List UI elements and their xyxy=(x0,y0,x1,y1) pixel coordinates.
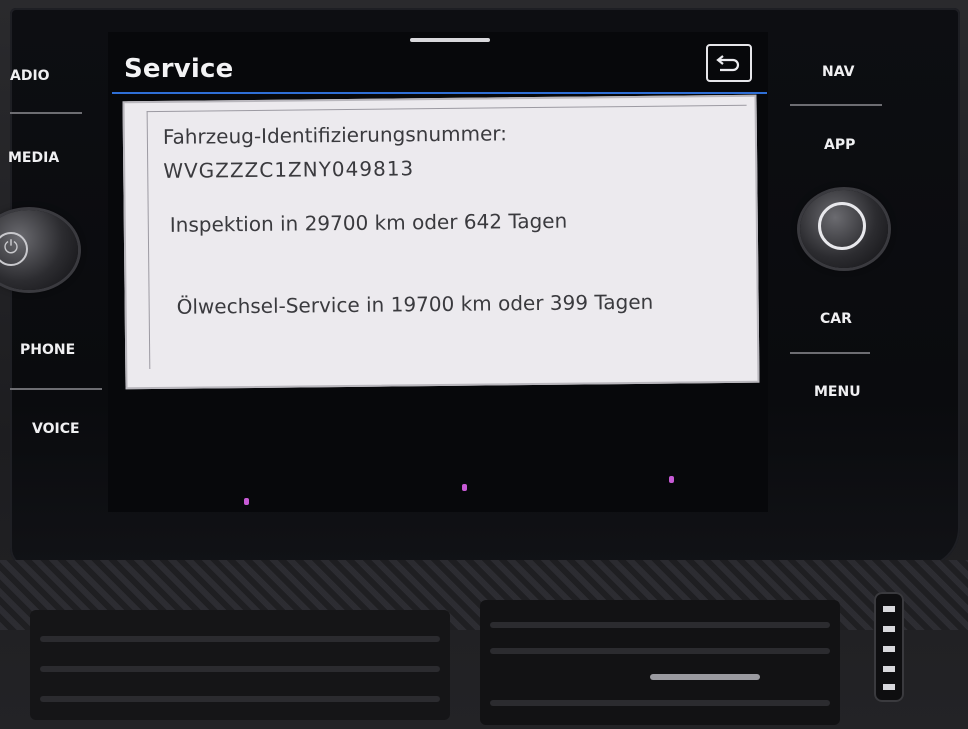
vent-slat xyxy=(490,700,830,706)
wheel-tick xyxy=(883,646,895,652)
right-separator-1 xyxy=(790,104,882,106)
wheel-tick xyxy=(883,684,895,690)
left-separator-1 xyxy=(10,112,82,114)
ambient-light-dot xyxy=(669,476,674,483)
tune-knob[interactable] xyxy=(800,190,888,268)
air-vent-left xyxy=(30,610,450,720)
vent-slat xyxy=(40,696,440,702)
title-underline xyxy=(112,92,767,94)
vent-slat xyxy=(490,622,830,628)
menu-button[interactable]: MENU xyxy=(814,384,861,400)
wheel-tick xyxy=(883,666,895,672)
left-separator-2 xyxy=(10,388,102,390)
vent-slat xyxy=(40,666,440,672)
right-separator-2 xyxy=(790,352,870,354)
back-arrow-icon xyxy=(716,55,740,72)
service-info-panel: Fahrzeug-Identifizierungsnummer: WVGZZZC… xyxy=(122,94,760,390)
car-button[interactable]: CAR xyxy=(820,311,852,327)
vent-control-tab[interactable] xyxy=(650,674,760,680)
ambient-light-dot xyxy=(244,498,249,505)
page-title: Service xyxy=(124,54,234,84)
wheel-tick xyxy=(883,626,895,632)
pull-down-handle[interactable] xyxy=(410,38,490,42)
wheel-tick xyxy=(883,606,895,612)
inspection-interval: Inspektion in 29700 km oder 642 Tagen xyxy=(169,208,568,237)
back-button[interactable] xyxy=(706,44,752,82)
radio-button[interactable]: ADIO xyxy=(10,68,50,84)
power-icon: ⏻ xyxy=(0,232,28,266)
vent-slat xyxy=(40,636,440,642)
app-button[interactable]: APP xyxy=(824,137,855,153)
air-vent-right[interactable] xyxy=(480,600,840,725)
vent-thumbwheel[interactable] xyxy=(874,592,904,702)
phone-button[interactable]: PHONE xyxy=(20,342,75,358)
oil-service-interval: Ölwechsel-Service in 19700 km oder 399 T… xyxy=(176,289,654,319)
nav-button[interactable]: NAV xyxy=(822,64,854,80)
vent-slat xyxy=(490,648,830,654)
vin-label: Fahrzeug-Identifizierungsnummer: xyxy=(162,121,508,149)
vin-value: WVGZZZC1ZNY049813 xyxy=(163,156,415,183)
ambient-light-dot xyxy=(462,484,467,491)
media-button[interactable]: MEDIA xyxy=(8,150,59,166)
voice-button[interactable]: VOICE xyxy=(32,421,80,437)
